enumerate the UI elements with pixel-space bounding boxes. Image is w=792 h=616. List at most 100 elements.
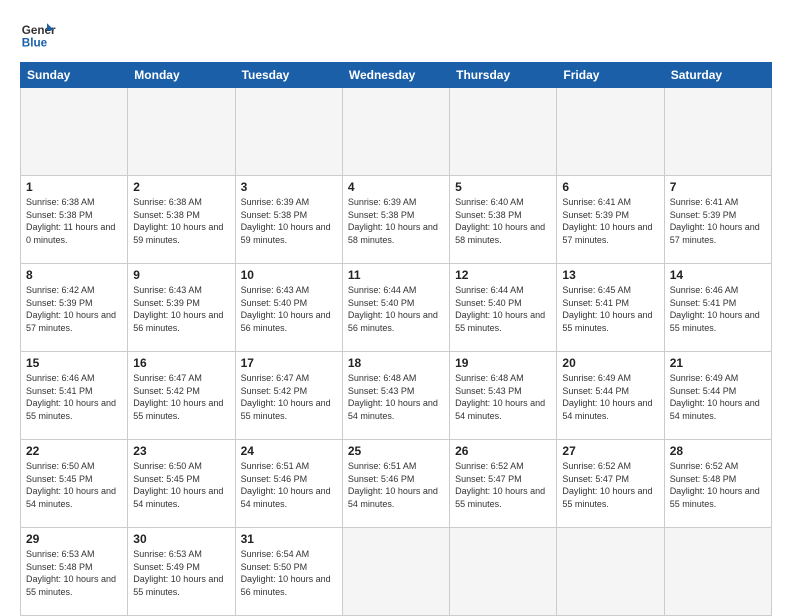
day-number: 9 — [133, 268, 229, 282]
calendar-cell: 19 Sunrise: 6:48 AMSunset: 5:43 PMDayligh… — [450, 352, 557, 440]
calendar-cell — [450, 528, 557, 616]
day-number: 25 — [348, 444, 444, 458]
day-info: Sunrise: 6:43 AMSunset: 5:40 PMDaylight:… — [241, 284, 337, 334]
calendar-cell — [557, 88, 664, 176]
day-number: 5 — [455, 180, 551, 194]
day-info: Sunrise: 6:51 AMSunset: 5:46 PMDaylight:… — [241, 460, 337, 510]
day-number: 23 — [133, 444, 229, 458]
calendar-cell: 1 Sunrise: 6:38 AMSunset: 5:38 PMDaylight… — [21, 176, 128, 264]
calendar-cell: 7 Sunrise: 6:41 AMSunset: 5:39 PMDaylight… — [664, 176, 771, 264]
day-number: 21 — [670, 356, 766, 370]
calendar-cell: 10Sunrise: 6:43 AMSunset: 5:40 PMDayligh… — [235, 264, 342, 352]
calendar-cell: 13 Sunrise: 6:45 AMSunset: 5:41 PMDayligh… — [557, 264, 664, 352]
day-info: Sunrise: 6:52 AMSunset: 5:47 PMDaylight:… — [455, 460, 551, 510]
day-info: Sunrise: 6:39 AMSunset: 5:38 PMDaylight:… — [348, 196, 444, 246]
col-header-wednesday: Wednesday — [342, 63, 449, 88]
calendar-cell — [21, 88, 128, 176]
day-number: 7 — [670, 180, 766, 194]
day-number: 2 — [133, 180, 229, 194]
day-number: 15 — [26, 356, 122, 370]
day-info: Sunrise: 6:45 AMSunset: 5:41 PMDaylight:… — [562, 284, 658, 334]
calendar-cell: 29 Sunrise: 6:53 AMSunset: 5:48 PMDayligh… — [21, 528, 128, 616]
calendar-cell — [450, 88, 557, 176]
calendar-cell: 25Sunrise: 6:51 AMSunset: 5:46 PMDayligh… — [342, 440, 449, 528]
day-number: 4 — [348, 180, 444, 194]
day-number: 22 — [26, 444, 122, 458]
col-header-friday: Friday — [557, 63, 664, 88]
day-number: 1 — [26, 180, 122, 194]
calendar-cell: 11Sunrise: 6:44 AMSunset: 5:40 PMDayligh… — [342, 264, 449, 352]
calendar-cell: 14 Sunrise: 6:46 AMSunset: 5:41 PMDayligh… — [664, 264, 771, 352]
day-number: 18 — [348, 356, 444, 370]
calendar-cell: 21 Sunrise: 6:49 AMSunset: 5:44 PMDayligh… — [664, 352, 771, 440]
day-number: 30 — [133, 532, 229, 546]
calendar-cell: 4 Sunrise: 6:39 AMSunset: 5:38 PMDaylight… — [342, 176, 449, 264]
day-info: Sunrise: 6:50 AMSunset: 5:45 PMDaylight:… — [26, 460, 122, 510]
day-info: Sunrise: 6:49 AMSunset: 5:44 PMDaylight:… — [562, 372, 658, 422]
day-number: 29 — [26, 532, 122, 546]
calendar-cell: 8 Sunrise: 6:42 AMSunset: 5:39 PMDaylight… — [21, 264, 128, 352]
week-row-6: 29 Sunrise: 6:53 AMSunset: 5:48 PMDayligh… — [21, 528, 772, 616]
calendar-cell: 15 Sunrise: 6:46 AMSunset: 5:41 PMDayligh… — [21, 352, 128, 440]
calendar-cell: 31Sunrise: 6:54 AMSunset: 5:50 PMDayligh… — [235, 528, 342, 616]
calendar-cell: 16 Sunrise: 6:47 AMSunset: 5:42 PMDayligh… — [128, 352, 235, 440]
day-info: Sunrise: 6:41 AMSunset: 5:39 PMDaylight:… — [562, 196, 658, 246]
day-info: Sunrise: 6:52 AMSunset: 5:47 PMDaylight:… — [562, 460, 658, 510]
day-info: Sunrise: 6:48 AMSunset: 5:43 PMDaylight:… — [455, 372, 551, 422]
calendar-cell: 5Sunrise: 6:40 AMSunset: 5:38 PMDaylight… — [450, 176, 557, 264]
calendar-cell: 22 Sunrise: 6:50 AMSunset: 5:45 PMDayligh… — [21, 440, 128, 528]
day-number: 3 — [241, 180, 337, 194]
calendar-cell — [557, 528, 664, 616]
day-info: Sunrise: 6:46 AMSunset: 5:41 PMDaylight:… — [26, 372, 122, 422]
svg-text:Blue: Blue — [22, 37, 48, 50]
calendar-cell: 26Sunrise: 6:52 AMSunset: 5:47 PMDayligh… — [450, 440, 557, 528]
col-header-thursday: Thursday — [450, 63, 557, 88]
day-number: 28 — [670, 444, 766, 458]
day-number: 19 — [455, 356, 551, 370]
day-info: Sunrise: 6:38 AMSunset: 5:38 PMDaylight:… — [26, 196, 122, 246]
day-info: Sunrise: 6:43 AMSunset: 5:39 PMDaylight:… — [133, 284, 229, 334]
day-number: 13 — [562, 268, 658, 282]
day-info: Sunrise: 6:53 AMSunset: 5:49 PMDaylight:… — [133, 548, 229, 598]
svg-text:General: General — [22, 24, 56, 37]
logo: General Blue — [20, 16, 56, 52]
header: General Blue — [20, 16, 772, 52]
day-number: 31 — [241, 532, 337, 546]
day-info: Sunrise: 6:44 AMSunset: 5:40 PMDaylight:… — [348, 284, 444, 334]
calendar-cell — [664, 528, 771, 616]
day-number: 8 — [26, 268, 122, 282]
day-number: 27 — [562, 444, 658, 458]
day-number: 17 — [241, 356, 337, 370]
day-info: Sunrise: 6:38 AMSunset: 5:38 PMDaylight:… — [133, 196, 229, 246]
calendar-cell: 30 Sunrise: 6:53 AMSunset: 5:49 PMDayligh… — [128, 528, 235, 616]
calendar-cell: 28 Sunrise: 6:52 AMSunset: 5:48 PMDayligh… — [664, 440, 771, 528]
day-info: Sunrise: 6:46 AMSunset: 5:41 PMDaylight:… — [670, 284, 766, 334]
day-number: 6 — [562, 180, 658, 194]
day-number: 20 — [562, 356, 658, 370]
week-row-5: 22 Sunrise: 6:50 AMSunset: 5:45 PMDayligh… — [21, 440, 772, 528]
day-info: Sunrise: 6:50 AMSunset: 5:45 PMDaylight:… — [133, 460, 229, 510]
col-header-sunday: Sunday — [21, 63, 128, 88]
day-info: Sunrise: 6:41 AMSunset: 5:39 PMDaylight:… — [670, 196, 766, 246]
day-info: Sunrise: 6:49 AMSunset: 5:44 PMDaylight:… — [670, 372, 766, 422]
calendar-cell — [235, 88, 342, 176]
day-number: 14 — [670, 268, 766, 282]
col-header-tuesday: Tuesday — [235, 63, 342, 88]
day-info: Sunrise: 6:47 AMSunset: 5:42 PMDaylight:… — [133, 372, 229, 422]
calendar-cell: 24 Sunrise: 6:51 AMSunset: 5:46 PMDayligh… — [235, 440, 342, 528]
day-info: Sunrise: 6:42 AMSunset: 5:39 PMDaylight:… — [26, 284, 122, 334]
calendar-cell: 2 Sunrise: 6:38 AMSunset: 5:38 PMDaylight… — [128, 176, 235, 264]
calendar-cell: 27 Sunrise: 6:52 AMSunset: 5:47 PMDayligh… — [557, 440, 664, 528]
day-number: 24 — [241, 444, 337, 458]
header-row: SundayMondayTuesdayWednesdayThursdayFrid… — [21, 63, 772, 88]
logo-icon: General Blue — [20, 16, 56, 52]
day-info: Sunrise: 6:39 AMSunset: 5:38 PMDaylight:… — [241, 196, 337, 246]
col-header-saturday: Saturday — [664, 63, 771, 88]
day-info: Sunrise: 6:52 AMSunset: 5:48 PMDaylight:… — [670, 460, 766, 510]
week-row-1 — [21, 88, 772, 176]
day-info: Sunrise: 6:53 AMSunset: 5:48 PMDaylight:… — [26, 548, 122, 598]
calendar-cell: 23 Sunrise: 6:50 AMSunset: 5:45 PMDayligh… — [128, 440, 235, 528]
calendar-cell: 20 Sunrise: 6:49 AMSunset: 5:44 PMDayligh… — [557, 352, 664, 440]
day-number: 16 — [133, 356, 229, 370]
day-info: Sunrise: 6:47 AMSunset: 5:42 PMDaylight:… — [241, 372, 337, 422]
